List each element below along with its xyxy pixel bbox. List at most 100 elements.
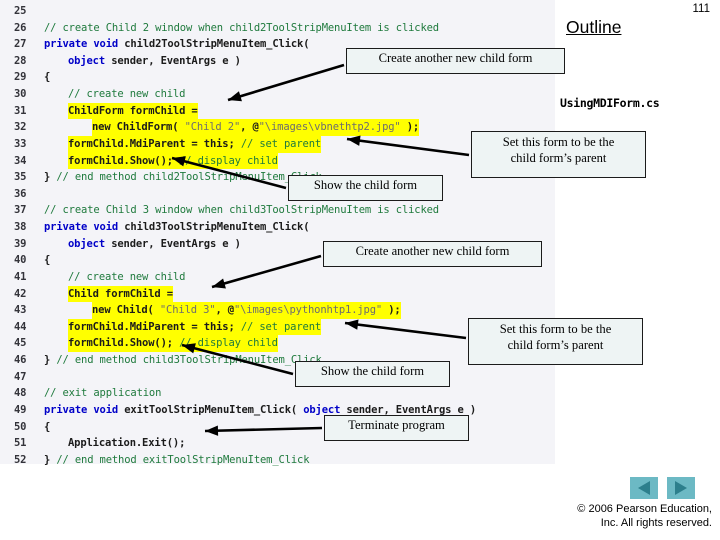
code-token: "\images\vbnethtp2.jpg" — [258, 121, 401, 134]
code-token: "Child 3" — [159, 304, 216, 317]
code-token: object — [68, 54, 112, 67]
code-line-number: 41 — [14, 270, 27, 283]
code-line-number: 50 — [14, 420, 27, 433]
code-line-number: 32 — [14, 121, 27, 134]
page-title: Outline — [566, 17, 622, 37]
code-token: "Child 2" — [184, 121, 241, 134]
code-line: 37 // create Child 3 window when child3To… — [0, 202, 555, 219]
code-token: { — [44, 254, 51, 267]
code-line-number: 38 — [14, 221, 27, 234]
code-token: { — [44, 420, 51, 433]
code-token: // display child — [179, 337, 278, 350]
code-line: 38 private void child3ToolStripMenuItem_C… — [0, 219, 555, 236]
code-line-number: 40 — [14, 254, 27, 267]
code-token: , @ — [240, 121, 259, 134]
code-line-text: // create Child 2 window when child2Tool… — [44, 20, 439, 37]
slide-navigation — [630, 477, 695, 499]
callout-set-parent-child2: Set this form to be the child form’s pare… — [471, 131, 646, 178]
code-line-number: 28 — [14, 54, 27, 67]
code-line-number: 30 — [14, 88, 27, 101]
code-line-number: 34 — [14, 154, 27, 167]
code-token: // end method child2ToolStripMenuItem_Cl… — [56, 171, 322, 184]
callout-text-line: Create another new child form — [378, 51, 533, 65]
code-line-text: { — [44, 419, 50, 436]
code-line: 51 Application.Exit(); — [0, 435, 555, 452]
code-line-number: 35 — [14, 171, 27, 184]
code-token: } — [44, 453, 57, 466]
code-line-number: 31 — [14, 104, 27, 117]
code-line-text: { — [44, 69, 50, 86]
code-line-text: // exit application — [44, 385, 161, 402]
callout-text-line: child form’s parent — [507, 338, 604, 352]
code-token: ); — [400, 121, 420, 134]
code-line: 47 — [0, 369, 555, 386]
code-line-text: private void child2ToolStripMenuItem_Cli… — [44, 36, 310, 53]
code-line: 50 { — [0, 419, 555, 436]
next-slide-button[interactable] — [667, 477, 695, 499]
code-line-text: } // end method exitToolStripMenuItem_Cl… — [44, 452, 310, 469]
code-line-number: 27 — [14, 38, 27, 51]
callout-set-parent-child3: Set this form to be the child form’s pare… — [468, 318, 643, 365]
code-token: { — [44, 71, 51, 84]
code-line: 42 Child formChild = — [0, 285, 555, 303]
code-line-text: Application.Exit(); — [68, 435, 185, 452]
copyright-notice: © 2006 Pearson Education, Inc. All right… — [462, 503, 712, 530]
code-token: formChild.Show(); — [68, 337, 180, 350]
code-token: sender, EventArgs e ) — [111, 237, 241, 250]
code-line-number: 37 — [14, 204, 27, 217]
code-line-number: 43 — [14, 304, 27, 317]
code-line: 31 ChildForm formChild = — [0, 102, 555, 120]
code-token: // create new child — [68, 88, 186, 101]
code-line-text: } // end method child3ToolStripMenuItem_… — [44, 352, 322, 369]
code-token: } — [44, 354, 57, 367]
code-line-text: Child formChild = — [68, 285, 173, 303]
code-line: 49 private void exitToolStripMenuItem_Cli… — [0, 402, 555, 419]
code-token: exitToolStripMenuItem_Click( — [124, 403, 304, 416]
code-line-text: // create new child — [68, 86, 185, 103]
code-token: sender, EventArgs e ) — [111, 54, 241, 67]
previous-slide-button[interactable] — [630, 477, 658, 499]
code-line-text: new ChildForm( "Child 2", @"\images\vbne… — [92, 119, 419, 136]
code-token: // create Child 3 window when child3Tool… — [44, 204, 439, 217]
code-line: 26 // create Child 2 window when child2To… — [0, 20, 555, 37]
callout-create-child2: Create another new child form — [346, 48, 565, 74]
code-token: Child formChild = — [68, 287, 173, 300]
code-token: // create new child — [68, 270, 186, 283]
callout-show-child3: Show the child form — [295, 361, 450, 387]
code-line-number: 36 — [14, 187, 27, 200]
code-token: // set parent — [240, 320, 322, 333]
code-line-text: // create new child — [68, 269, 185, 286]
code-token: private void — [44, 221, 125, 234]
code-token: new Child( — [92, 304, 160, 317]
code-line-number: 52 — [14, 453, 27, 466]
callout-text-line: child form’s parent — [510, 151, 607, 165]
code-token: child3ToolStripMenuItem_Click( — [124, 221, 310, 234]
code-token: child2ToolStripMenuItem_Click( — [124, 38, 310, 51]
code-line-text: formChild.Show(); // display child — [68, 335, 278, 352]
code-line-number: 29 — [14, 71, 27, 84]
code-token: private void — [44, 403, 125, 416]
code-token: formChild.MdiParent = this; — [68, 320, 241, 333]
code-line-number: 33 — [14, 137, 27, 150]
code-line-text: private void child3ToolStripMenuItem_Cli… — [44, 219, 310, 236]
callout-text-line: Set this form to be the — [499, 322, 612, 336]
code-line: 25 — [0, 3, 555, 20]
code-line-number: 46 — [14, 354, 27, 367]
code-line-text: } // end method child2ToolStripMenuItem_… — [44, 169, 322, 186]
copyright-line-1: © 2006 Pearson Education, — [577, 503, 712, 515]
code-line-text: new Child( "Child 3", @"\images\pythonht… — [92, 302, 401, 319]
code-line-number: 26 — [14, 21, 27, 34]
code-line-number: 25 — [14, 5, 27, 17]
code-line-number: 51 — [14, 437, 27, 450]
code-line: 41 // create new child — [0, 269, 555, 286]
code-token: // create Child 2 window when child2Tool… — [44, 21, 439, 34]
code-token: } — [44, 171, 57, 184]
code-token: "\images\pythonhtp1.jpg" — [233, 304, 383, 317]
code-line-text: object sender, EventArgs e ) — [68, 53, 241, 70]
code-line-number: 48 — [14, 387, 27, 400]
code-token: private void — [44, 38, 125, 51]
callout-show-child2: Show the child form — [288, 175, 443, 201]
code-line: 48 // exit application — [0, 385, 555, 402]
code-token: object — [68, 237, 112, 250]
code-line: 36 — [0, 186, 555, 203]
